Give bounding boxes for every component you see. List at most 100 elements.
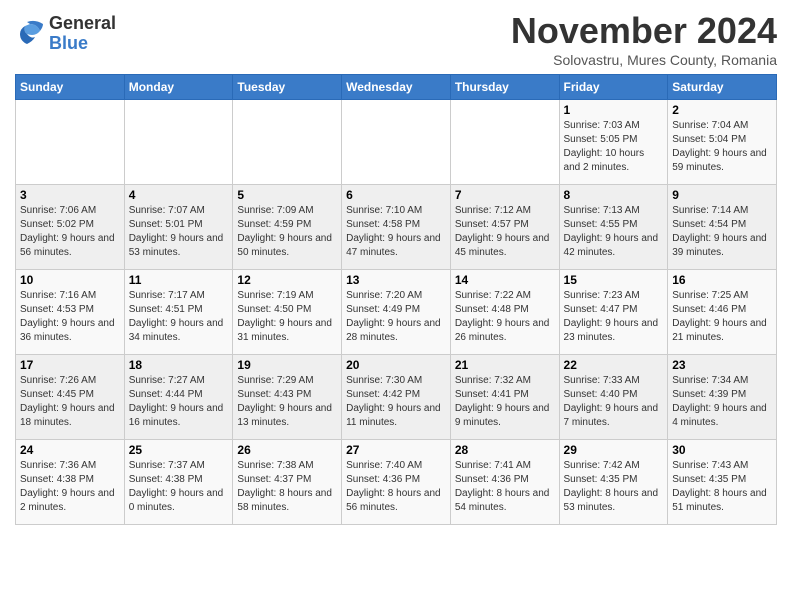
day-number: 17 (20, 358, 120, 372)
calendar-cell: 20Sunrise: 7:30 AMSunset: 4:42 PMDayligh… (342, 355, 451, 440)
calendar-cell (233, 100, 342, 185)
calendar-cell: 1 Sunrise: 7:03 AMSunset: 5:05 PMDaylight… (559, 100, 668, 185)
title-area: November 2024 Solovastru, Mures County, … (511, 10, 777, 68)
day-number: 18 (129, 358, 229, 372)
day-info: Sunrise: 7:26 AMSunset: 4:45 PMDaylight:… (20, 374, 120, 430)
day-number: 11 (129, 273, 229, 287)
day-number: 7 (455, 188, 555, 202)
calendar-cell: 26 Sunrise: 7:38 AMSunset: 4:37 PMDayligh… (233, 440, 342, 525)
day-number: 6 (346, 188, 446, 202)
day-number: 20 (346, 358, 446, 372)
day-number: 16 (672, 273, 772, 287)
calendar-cell (450, 100, 559, 185)
day-number: 22 (564, 358, 664, 372)
day-number: 5 (237, 188, 337, 202)
day-number: 25 (129, 443, 229, 457)
calendar-cell: 3 Sunrise: 7:06 AMSunset: 5:02 PMDaylight… (16, 185, 125, 270)
calendar-cell: 19 Sunrise: 7:29 AMSunset: 4:43 PMDayligh… (233, 355, 342, 440)
calendar-week-5: 24 Sunrise: 7:36 AMSunset: 4:38 PMDayligh… (16, 440, 777, 525)
day-number: 23 (672, 358, 772, 372)
day-info: Sunrise: 7:40 AMSunset: 4:36 PMDaylight:… (346, 459, 446, 515)
header-monday: Monday (124, 75, 233, 100)
calendar-week-3: 10 Sunrise: 7:16 AMSunset: 4:53 PMDayligh… (16, 270, 777, 355)
calendar-cell: 7 Sunrise: 7:12 AMSunset: 4:57 PMDaylight… (450, 185, 559, 270)
day-info: Sunrise: 7:13 AMSunset: 4:55 PMDaylight:… (564, 204, 664, 260)
logo-text: General Blue (49, 14, 116, 54)
day-number: 28 (455, 443, 555, 457)
day-number: 24 (20, 443, 120, 457)
day-number: 14 (455, 273, 555, 287)
day-number: 29 (564, 443, 664, 457)
day-info: Sunrise: 7:37 AMSunset: 4:38 PMDaylight:… (129, 459, 229, 515)
calendar-cell: 22Sunrise: 7:33 AMSunset: 4:40 PMDayligh… (559, 355, 668, 440)
calendar-cell (342, 100, 451, 185)
day-number: 13 (346, 273, 446, 287)
day-info: Sunrise: 7:06 AMSunset: 5:02 PMDaylight:… (20, 204, 120, 260)
calendar-week-4: 17 Sunrise: 7:26 AMSunset: 4:45 PMDayligh… (16, 355, 777, 440)
day-info: Sunrise: 7:34 AMSunset: 4:39 PMDaylight:… (672, 374, 772, 430)
calendar-week-2: 3 Sunrise: 7:06 AMSunset: 5:02 PMDaylight… (16, 185, 777, 270)
day-number: 19 (237, 358, 337, 372)
day-number: 2 (672, 103, 772, 117)
day-info: Sunrise: 7:10 AMSunset: 4:58 PMDaylight:… (346, 204, 446, 260)
day-number: 26 (237, 443, 337, 457)
location-subtitle: Solovastru, Mures County, Romania (511, 52, 777, 68)
logo-general-text: General (49, 14, 116, 34)
day-number: 15 (564, 273, 664, 287)
day-number: 4 (129, 188, 229, 202)
day-info: Sunrise: 7:36 AMSunset: 4:38 PMDaylight:… (20, 459, 120, 515)
calendar-cell: 15 Sunrise: 7:23 AMSunset: 4:47 PMDayligh… (559, 270, 668, 355)
day-info: Sunrise: 7:03 AMSunset: 5:05 PMDaylight:… (564, 119, 664, 175)
day-info: Sunrise: 7:29 AMSunset: 4:43 PMDaylight:… (237, 374, 337, 430)
day-info: Sunrise: 7:16 AMSunset: 4:53 PMDaylight:… (20, 289, 120, 345)
calendar-cell: 21Sunrise: 7:32 AMSunset: 4:41 PMDayligh… (450, 355, 559, 440)
calendar-cell: 10 Sunrise: 7:16 AMSunset: 4:53 PMDayligh… (16, 270, 125, 355)
day-info: Sunrise: 7:20 AMSunset: 4:49 PMDaylight:… (346, 289, 446, 345)
logo-icon (15, 19, 45, 49)
day-info: Sunrise: 7:09 AMSunset: 4:59 PMDaylight:… (237, 204, 337, 260)
day-number: 1 (564, 103, 664, 117)
day-number: 8 (564, 188, 664, 202)
day-number: 12 (237, 273, 337, 287)
calendar-cell: 5 Sunrise: 7:09 AMSunset: 4:59 PMDaylight… (233, 185, 342, 270)
header-thursday: Thursday (450, 75, 559, 100)
day-number: 10 (20, 273, 120, 287)
header-sunday: Sunday (16, 75, 125, 100)
header-wednesday: Wednesday (342, 75, 451, 100)
header-friday: Friday (559, 75, 668, 100)
calendar-cell: 11 Sunrise: 7:17 AMSunset: 4:51 PMDayligh… (124, 270, 233, 355)
day-number: 3 (20, 188, 120, 202)
calendar-cell: 30Sunrise: 7:43 AMSunset: 4:35 PMDayligh… (668, 440, 777, 525)
day-info: Sunrise: 7:17 AMSunset: 4:51 PMDaylight:… (129, 289, 229, 345)
calendar-cell: 8 Sunrise: 7:13 AMSunset: 4:55 PMDaylight… (559, 185, 668, 270)
day-info: Sunrise: 7:19 AMSunset: 4:50 PMDaylight:… (237, 289, 337, 345)
day-info: Sunrise: 7:12 AMSunset: 4:57 PMDaylight:… (455, 204, 555, 260)
day-number: 21 (455, 358, 555, 372)
calendar-week-1: 1 Sunrise: 7:03 AMSunset: 5:05 PMDaylight… (16, 100, 777, 185)
logo-blue-text: Blue (49, 34, 116, 54)
day-info: Sunrise: 7:38 AMSunset: 4:37 PMDaylight:… (237, 459, 337, 515)
calendar-cell: 29Sunrise: 7:42 AMSunset: 4:35 PMDayligh… (559, 440, 668, 525)
day-number: 27 (346, 443, 446, 457)
month-title: November 2024 (511, 10, 777, 52)
calendar-cell: 2 Sunrise: 7:04 AMSunset: 5:04 PMDaylight… (668, 100, 777, 185)
day-info: Sunrise: 7:27 AMSunset: 4:44 PMDaylight:… (129, 374, 229, 430)
calendar-cell (124, 100, 233, 185)
day-info: Sunrise: 7:23 AMSunset: 4:47 PMDaylight:… (564, 289, 664, 345)
calendar-cell: 6 Sunrise: 7:10 AMSunset: 4:58 PMDaylight… (342, 185, 451, 270)
day-info: Sunrise: 7:07 AMSunset: 5:01 PMDaylight:… (129, 204, 229, 260)
day-info: Sunrise: 7:04 AMSunset: 5:04 PMDaylight:… (672, 119, 772, 175)
calendar-cell: 17 Sunrise: 7:26 AMSunset: 4:45 PMDayligh… (16, 355, 125, 440)
calendar-header-row: SundayMondayTuesdayWednesdayThursdayFrid… (16, 75, 777, 100)
day-info: Sunrise: 7:43 AMSunset: 4:35 PMDaylight:… (672, 459, 772, 515)
calendar-cell: 9Sunrise: 7:14 AMSunset: 4:54 PMDaylight… (668, 185, 777, 270)
calendar-cell: 28Sunrise: 7:41 AMSunset: 4:36 PMDayligh… (450, 440, 559, 525)
calendar-cell: 27 Sunrise: 7:40 AMSunset: 4:36 PMDayligh… (342, 440, 451, 525)
calendar-cell: 24 Sunrise: 7:36 AMSunset: 4:38 PMDayligh… (16, 440, 125, 525)
calendar-cell: 14 Sunrise: 7:22 AMSunset: 4:48 PMDayligh… (450, 270, 559, 355)
calendar-table: SundayMondayTuesdayWednesdayThursdayFrid… (15, 74, 777, 525)
logo: General Blue (15, 14, 116, 54)
calendar-cell: 13 Sunrise: 7:20 AMSunset: 4:49 PMDayligh… (342, 270, 451, 355)
day-info: Sunrise: 7:22 AMSunset: 4:48 PMDaylight:… (455, 289, 555, 345)
day-info: Sunrise: 7:25 AMSunset: 4:46 PMDaylight:… (672, 289, 772, 345)
